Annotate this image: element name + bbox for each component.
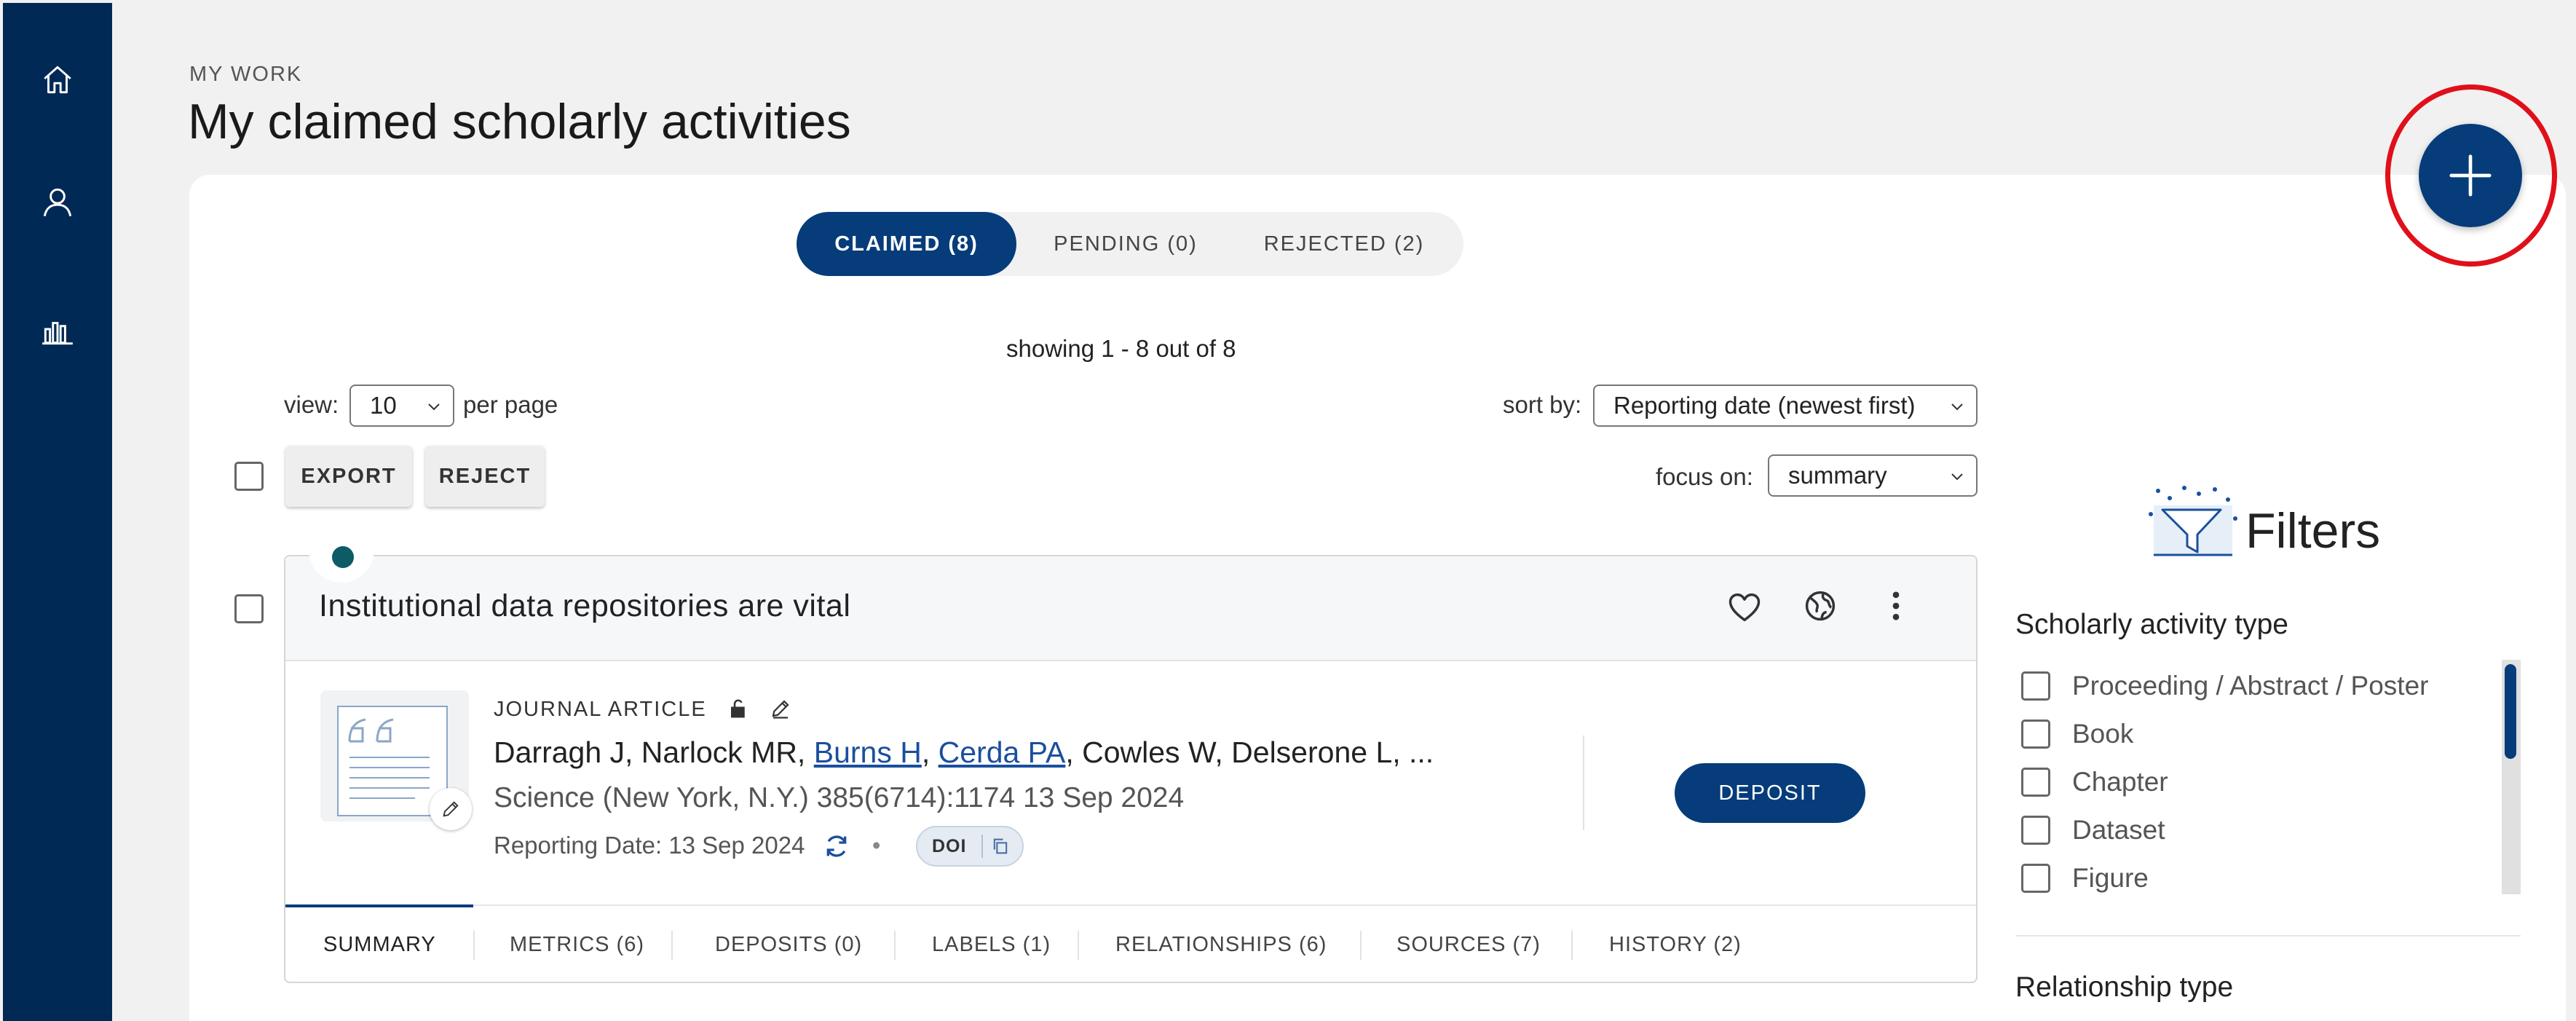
filters-title: Filters [2245,503,2381,559]
copy-icon[interactable] [990,836,1011,856]
author-link-cerda[interactable]: Cerda PA [939,736,1066,769]
chevron-down-icon [1951,403,1963,411]
deposit-button[interactable]: DEPOSIT [1675,763,1865,823]
sort-label: sort by: [1503,391,1582,418]
plus-icon [2449,154,2492,197]
card-divider [1583,736,1584,830]
filter-option[interactable]: Book [2021,718,2133,750]
tab-divider [473,931,475,960]
filter-checkbox[interactable] [2021,671,2050,701]
filter-checkbox[interactable] [2021,720,2050,749]
filter-option[interactable]: Figure [2021,862,2149,894]
tab-relationships[interactable]: RELATIONSHIPS (6) [1115,906,1327,983]
filter-option-label: Proceeding / Abstract / Poster [2072,671,2429,701]
filter-checkbox[interactable] [2021,768,2050,797]
sidebar-item-home[interactable] [3,58,112,102]
item-checkbox[interactable] [234,594,264,623]
tab-divider [671,931,673,960]
filter-option-label: Dataset [2072,815,2165,845]
tab-divider [1078,931,1079,960]
filter-checkbox[interactable] [2021,816,2050,845]
sort-select[interactable]: Reporting date (newest first) [1593,385,1978,427]
tab-history[interactable]: HISTORY (2) [1609,906,1742,983]
tab-divider [894,931,896,960]
sidebar-item-metrics[interactable] [3,309,112,352]
tab-deposits[interactable]: DEPOSITS (0) [715,906,862,983]
tab-claimed[interactable]: CLAIMED (8) [797,212,1016,276]
home-icon [44,66,71,94]
heart-icon[interactable] [1726,588,1763,626]
per-page-select[interactable]: 10 [349,385,454,427]
authors-prefix: Darragh J, Narlock MR, [494,736,814,769]
reject-button[interactable]: REJECT [425,446,545,507]
bullet-separator: • [872,832,881,859]
filter-divider [2015,935,2521,937]
tab-divider [1360,931,1362,960]
filter-option[interactable]: Proceeding / Abstract / Poster [2021,670,2428,702]
activity-title[interactable]: Institutional data repositories are vita… [319,588,850,624]
sidebar-item-profile[interactable] [3,181,112,224]
filter-option[interactable]: Chapter [2021,766,2168,798]
filter-option[interactable]: Dataset [2021,814,2165,846]
tab-sources[interactable]: SOURCES (7) [1396,906,1541,983]
filter-funnel-icon [2149,486,2237,556]
edit-thumbnail-button[interactable] [430,788,472,830]
filter-checkbox[interactable] [2021,864,2050,893]
pencil-icon [443,801,459,817]
chevron-down-icon [428,403,440,411]
tab-rejected[interactable]: REJECTED (2) [1235,212,1453,276]
bar-chart-icon [42,322,73,345]
filter-option-label: Chapter [2072,767,2168,797]
tab-pending[interactable]: PENDING (0) [1016,212,1235,276]
focus-value: summary [1788,462,1887,489]
filter-option-label: Book [2072,719,2134,749]
activity-card: Institutional data repositories are vita… [284,546,1978,983]
user-icon [43,188,72,217]
document-type: JOURNAL ARTICLE [494,698,791,722]
status-dot [332,546,354,568]
sync-icon[interactable] [822,832,851,861]
tab-summary[interactable]: SUMMARY [323,906,436,983]
status-indicator [309,546,374,583]
page-title: My claimed scholarly activities [188,94,851,149]
view-label: view: [284,391,339,418]
tab-labels[interactable]: LABELS (1) [932,906,1051,983]
filter-scrollbar-thumb[interactable] [2505,664,2516,759]
add-activity-button[interactable] [2419,124,2522,227]
chevron-down-icon [1951,473,1963,481]
focus-select[interactable]: summary [1768,454,1978,497]
focus-label: focus on: [1656,463,1753,490]
relationship-type-heading: Relationship type [2015,971,2234,1003]
tab-divider [1571,931,1573,960]
open-access-icon [730,699,745,718]
authors-list: Darragh J, Narlock MR, Burns H, Cerda PA… [494,736,1434,770]
document-type-label: JOURNAL ARTICLE [494,698,707,721]
select-all-checkbox[interactable] [234,462,264,491]
doi-label: DOI [932,835,967,856]
globe-icon[interactable] [1801,587,1839,625]
authors-suffix: , Cowles W, Delserone L, ... [1065,736,1434,769]
pencil-icon[interactable] [770,698,791,720]
page-eyebrow: MY WORK [189,63,303,86]
activity-type-heading: Scholarly activity type [2015,609,2288,640]
card-tabs: SUMMARY METRICS (6) DEPOSITS (0) LABELS … [285,904,1976,983]
author-separator: , [921,736,939,769]
results-count: showing 1 - 8 out of 8 [1006,335,1236,362]
status-tabs: CLAIMED (8) PENDING (0) REJECTED (2) [797,212,1463,276]
doi-badge[interactable]: DOI [916,826,1024,867]
export-button[interactable]: EXPORT [285,446,412,507]
publication-source: Science (New York, N.Y.) 385(6714):1174 … [494,782,1185,813]
per-page-label: per page [463,391,558,418]
card-header: Institutional data repositories are vita… [285,546,1976,661]
doi-divider [981,835,983,858]
sidebar-nav [3,3,112,1021]
author-link-burns[interactable]: Burns H [814,736,922,769]
more-vert-icon[interactable] [1877,587,1915,625]
reporting-date: Reporting Date: 13 Sep 2024 [494,832,805,859]
filter-option-label: Figure [2072,863,2149,893]
reporting-date-row: Reporting Date: 13 Sep 2024 • [494,832,880,861]
tab-metrics[interactable]: METRICS (6) [510,906,644,983]
per-page-value: 10 [370,392,397,419]
sort-value: Reporting date (newest first) [1613,392,1916,419]
